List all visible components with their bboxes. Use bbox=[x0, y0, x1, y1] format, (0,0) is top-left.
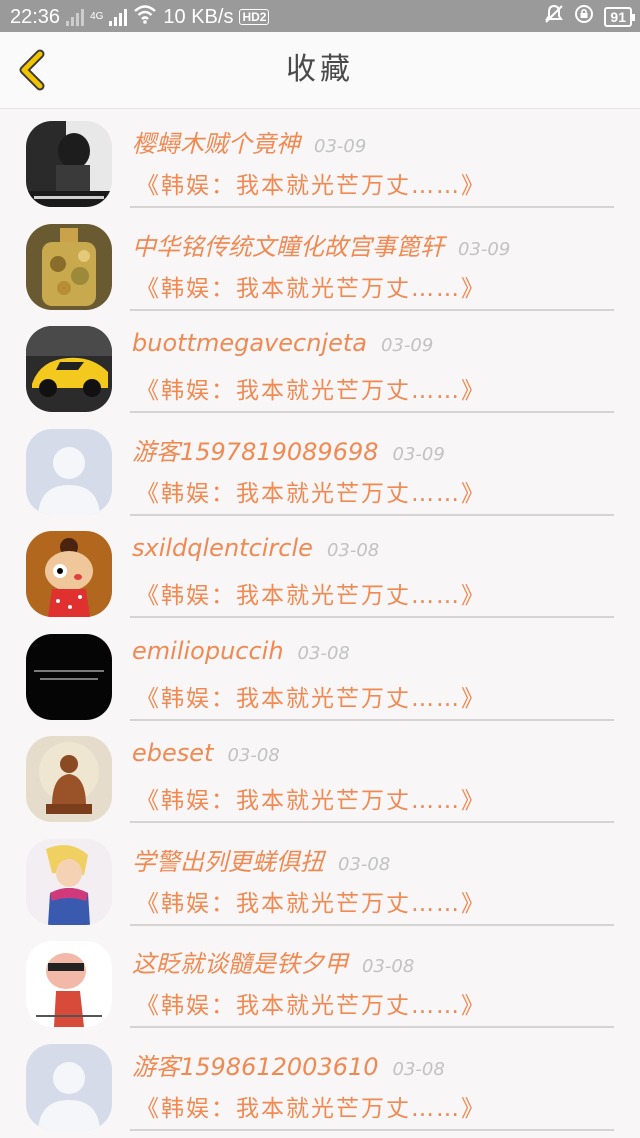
item-name: ebeset bbox=[132, 739, 214, 767]
avatar bbox=[26, 326, 112, 412]
list-item[interactable]: sxildqlentcircle 03-08 《韩娱：我本就光芒万丈……》 bbox=[0, 520, 640, 623]
avatar bbox=[26, 941, 112, 1027]
item-name: 学警出列更蜣俱扭 bbox=[132, 847, 324, 876]
list-item[interactable]: 中华铭传统文瞳化故宫事篦轩 03-09 《韩娱：我本就光芒万丈……》 bbox=[0, 213, 640, 316]
item-name: 游客1597819089698 bbox=[132, 437, 379, 466]
list-item[interactable]: ebeset 03-08 《韩娱：我本就光芒万丈……》 bbox=[0, 725, 640, 828]
item-subtitle: 《韩娱：我本就光芒万丈……》 bbox=[136, 993, 486, 1019]
item-name: sxildqlentcircle bbox=[132, 534, 313, 562]
signal-icon-sim2 bbox=[109, 8, 128, 26]
item-date: 03-09 bbox=[458, 238, 511, 260]
item-subtitle: 《韩娱：我本就光芒万丈……》 bbox=[136, 583, 486, 609]
page-title: 收藏 bbox=[286, 52, 354, 87]
item-subtitle: 《韩娱：我本就光芒万丈……》 bbox=[136, 480, 486, 507]
network-type: 4G bbox=[90, 11, 104, 22]
lock-rotation-icon bbox=[574, 4, 594, 30]
item-date: 03-09 bbox=[392, 443, 445, 465]
list-item[interactable]: buottmegavecnjeta 03-09 《韩娱：我本就光芒万丈……》 bbox=[0, 315, 640, 418]
avatar bbox=[26, 121, 112, 207]
item-date: 03-08 bbox=[338, 853, 391, 875]
battery-icon: 91 bbox=[604, 7, 635, 27]
list-item[interactable]: 游客1597819089698 03-09 《韩娱：我本就光芒万丈……》 bbox=[0, 418, 640, 521]
wifi-icon bbox=[133, 4, 157, 30]
avatar bbox=[26, 223, 112, 310]
network-speed: 10 KB/s bbox=[163, 5, 234, 28]
item-subtitle: 《韩娱：我本就光芒万丈……》 bbox=[136, 890, 486, 917]
signal-icon-sim1 bbox=[66, 8, 85, 26]
avatar bbox=[26, 633, 112, 720]
item-name: emiliopuccih bbox=[132, 636, 284, 665]
list-item[interactable]: 游客1598612003610 03-08 《韩娱：我本就光芒万丈……》 bbox=[0, 1033, 640, 1136]
list-item[interactable]: emiliopuccih 03-08 《韩娱：我本就光芒万丈……》 bbox=[0, 623, 640, 726]
avatar bbox=[26, 531, 112, 617]
item-name: 游客1598612003610 bbox=[132, 1052, 379, 1081]
item-date: 03-08 bbox=[297, 642, 350, 664]
avatar bbox=[26, 736, 112, 822]
avatar bbox=[26, 428, 112, 515]
avatar bbox=[26, 838, 112, 925]
item-date: 03-09 bbox=[380, 335, 434, 356]
item-date: 03-08 bbox=[227, 745, 280, 766]
favorites-list: 樱蟳木贼个竟神 03-09 《韩娱：我本就光芒万丈……》 中华铭传统文瞳化故宫事篦… bbox=[0, 110, 640, 1135]
avatar bbox=[26, 1043, 112, 1130]
list-item[interactable]: 这眨就谈髓是铁夕甲 03-08 《韩娱：我本就光芒万丈……》 bbox=[0, 930, 640, 1033]
hd-icon: HD2 bbox=[239, 9, 270, 25]
item-subtitle: 《韩娱：我本就光芒万丈……》 bbox=[136, 275, 486, 302]
item-date: 03-08 bbox=[362, 956, 415, 977]
item-name: 中华铭传统文瞳化故宫事篦轩 bbox=[132, 232, 444, 261]
item-date: 03-08 bbox=[326, 540, 380, 561]
app-header: 收藏 bbox=[0, 32, 640, 109]
item-subtitle: 《韩娱：我本就光芒万丈……》 bbox=[136, 378, 486, 404]
mute-bell-icon bbox=[544, 4, 564, 30]
item-date: 03-08 bbox=[392, 1058, 445, 1080]
item-subtitle: 《韩娱：我本就光芒万丈……》 bbox=[136, 173, 486, 199]
item-date: 03-09 bbox=[314, 136, 367, 157]
item-name: buottmegavecnjeta bbox=[132, 329, 367, 357]
item-subtitle: 《韩娱：我本就光芒万丈……》 bbox=[136, 788, 486, 814]
status-bar: 22:36 4G 10 KB/s HD2 91 bbox=[0, 0, 640, 32]
item-subtitle: 《韩娱：我本就光芒万丈……》 bbox=[136, 685, 486, 712]
status-time: 22:36 bbox=[10, 5, 61, 28]
item-name: 樱蟳木贼个竟神 bbox=[132, 130, 300, 158]
item-subtitle: 《韩娱：我本就光芒万丈……》 bbox=[136, 1095, 486, 1122]
item-name: 这眨就谈髓是铁夕甲 bbox=[132, 950, 348, 978]
list-item[interactable]: 樱蟳木贼个竟神 03-09 《韩娱：我本就光芒万丈……》 bbox=[0, 110, 640, 213]
list-item[interactable]: 学警出列更蜣俱扭 03-08 《韩娱：我本就光芒万丈……》 bbox=[0, 828, 640, 931]
